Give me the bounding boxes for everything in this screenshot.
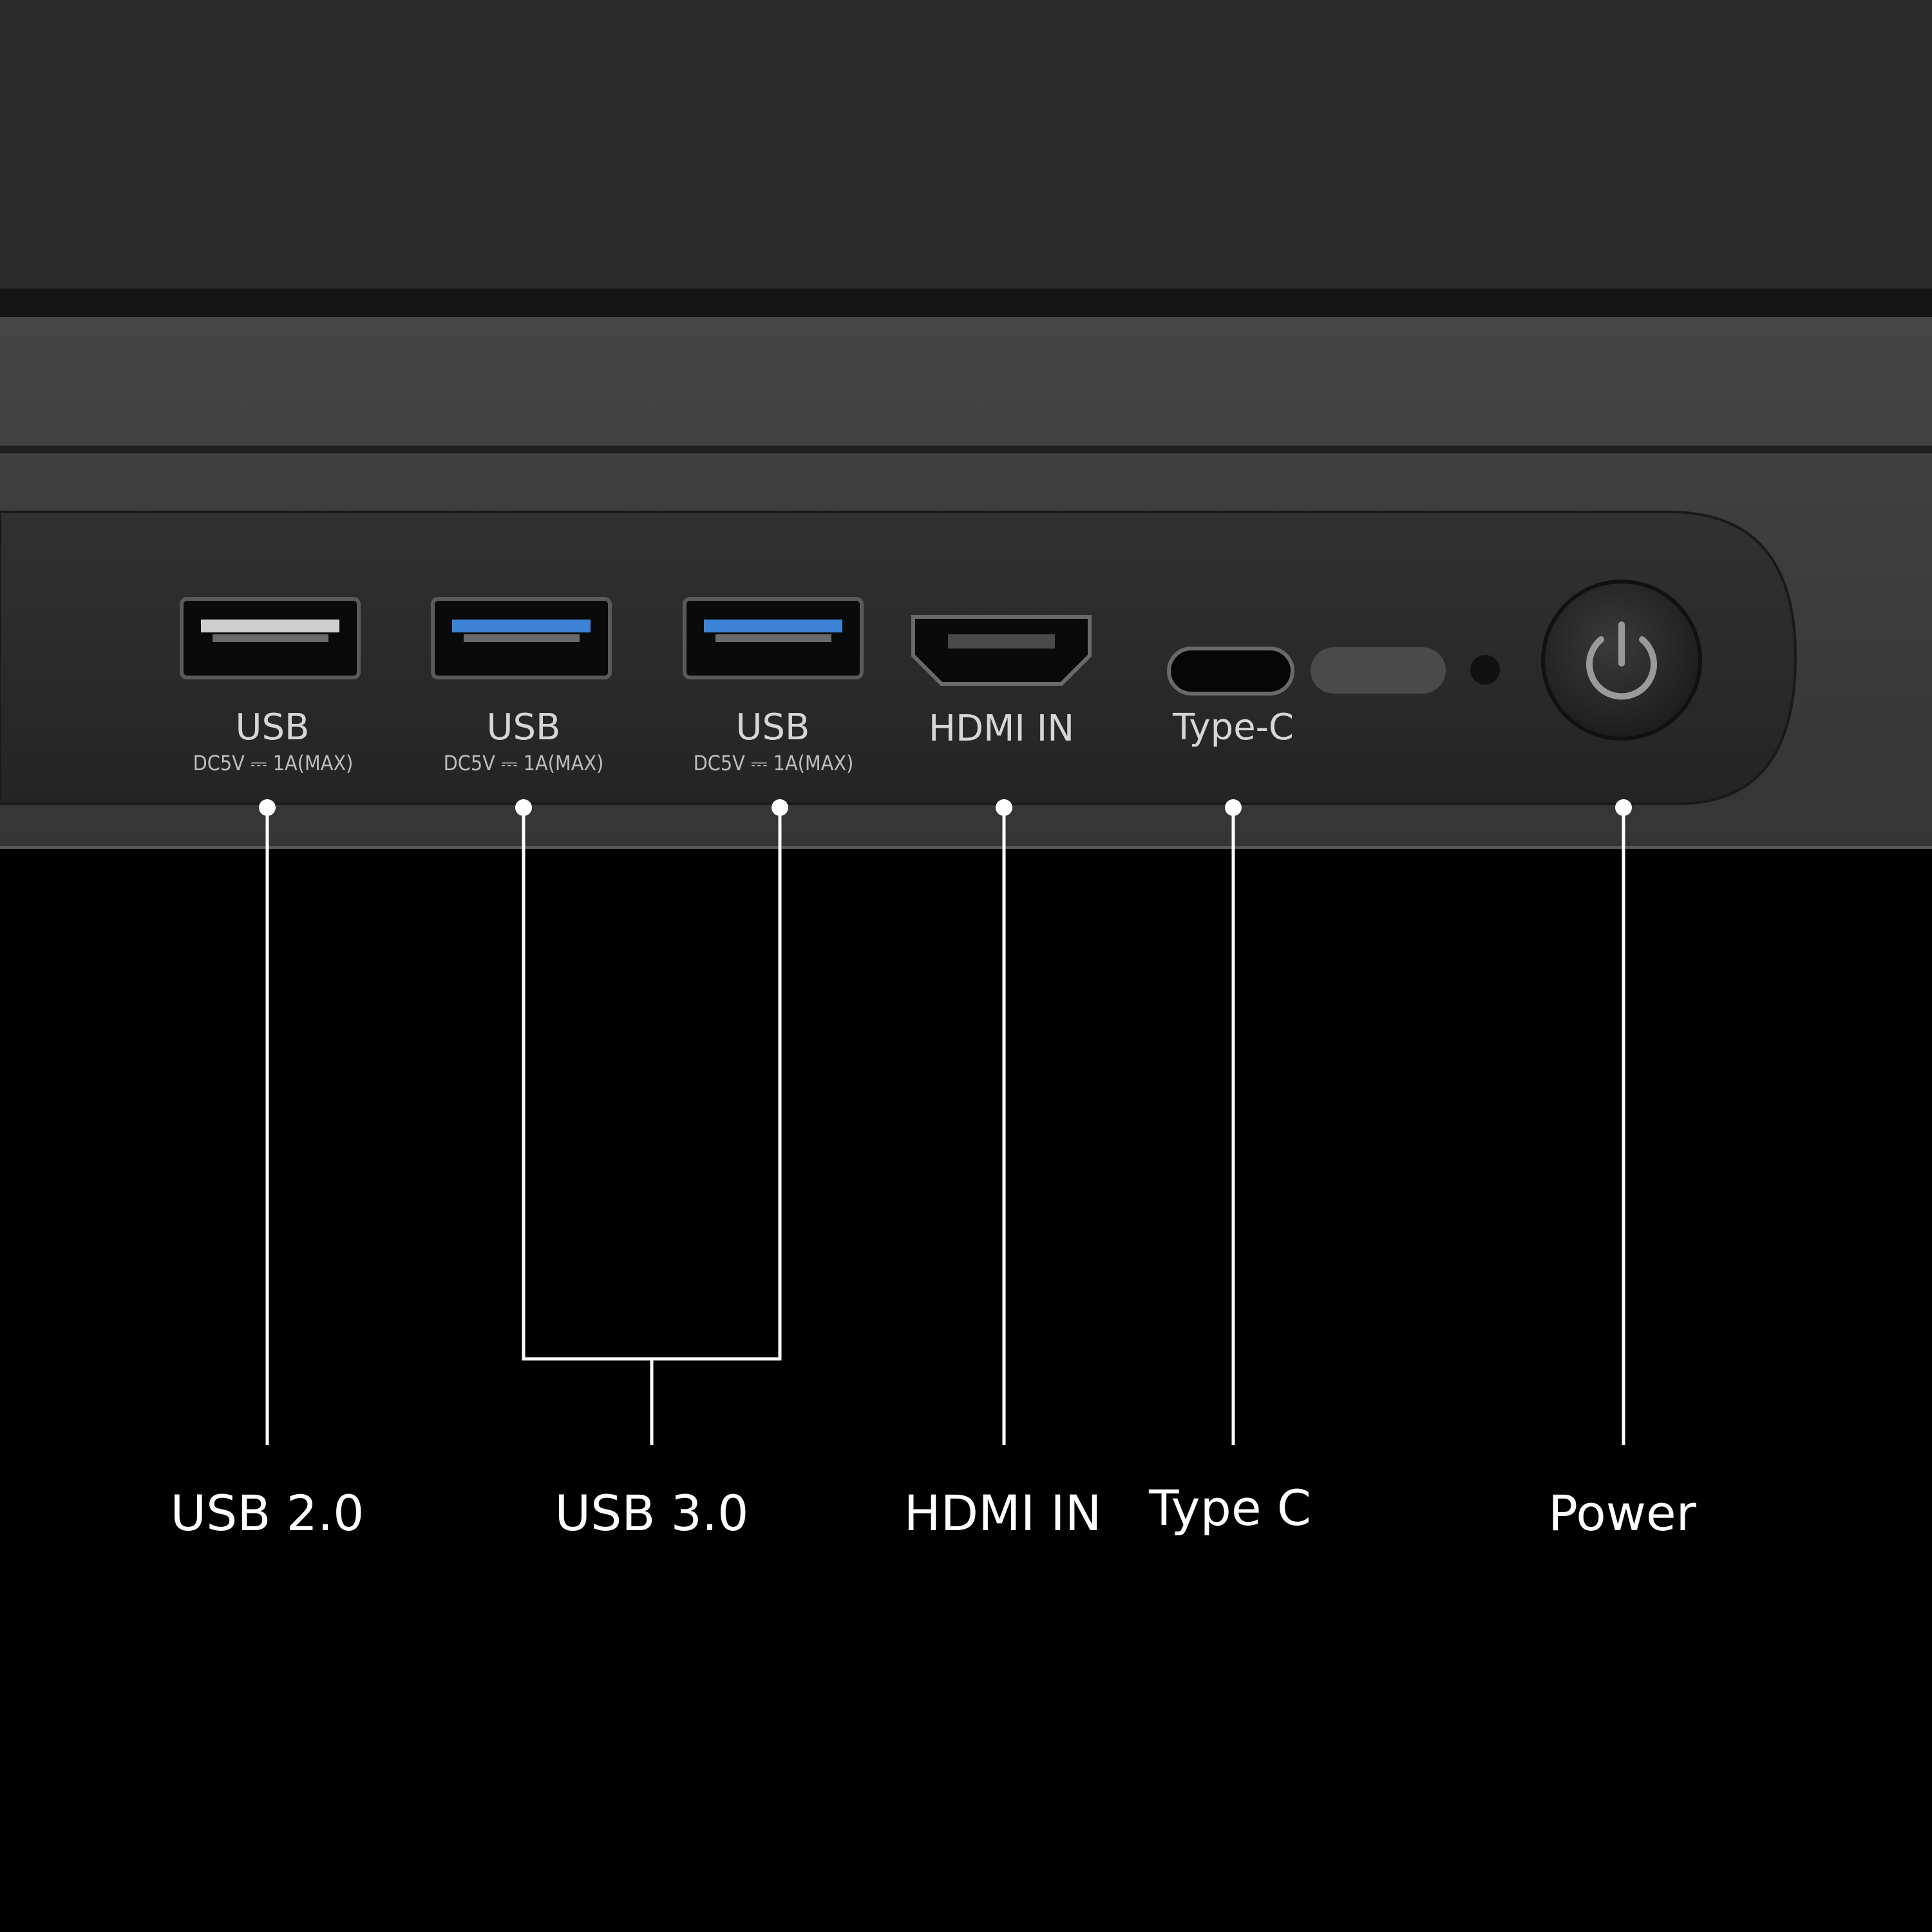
usb-2-contacts <box>213 634 328 642</box>
usb-2-tongue <box>201 620 339 632</box>
indicator-led-icon <box>1470 655 1500 685</box>
frame-groove <box>0 446 1932 453</box>
ports-diagram: USB DC5V ⎓ 1A(MAX) USB DC5V ⎓ 1A(MAX) US… <box>0 0 1932 1542</box>
usb-3-contacts <box>715 634 831 642</box>
port-spec-usb-2: DC5V ⎓ 1A(MAX) <box>444 751 604 775</box>
callout-bracket-usb3 <box>522 808 782 1361</box>
light-sensor-icon <box>1311 647 1446 694</box>
usb-3-port-a[interactable] <box>431 597 612 679</box>
port-label-hdmi: HDMI IN <box>929 708 1074 750</box>
callout-label-hdmi: HDMI IN <box>904 1484 1101 1542</box>
port-spec-usb-3: DC5V ⎓ 1A(MAX) <box>694 751 854 775</box>
display-screen <box>0 0 1932 290</box>
power-button[interactable] <box>1541 580 1702 741</box>
port-label-usb-2: USB <box>487 706 561 748</box>
usb-3-tongue <box>452 620 591 632</box>
usb-3-port-b[interactable] <box>683 597 864 679</box>
hdmi-port-icon <box>911 615 1092 686</box>
port-label-usb-1: USB <box>236 706 310 748</box>
port-label-usb-3: USB <box>736 706 810 748</box>
frame-bottom-edge <box>0 846 1932 849</box>
hdmi-tongue <box>948 634 1055 649</box>
hdmi-port[interactable] <box>911 615 1092 686</box>
usb-3-tongue <box>704 620 842 632</box>
callout-label-usb3: USB 3.0 <box>554 1484 748 1542</box>
port-label-type-c: Type-C <box>1172 706 1294 748</box>
callout-label-usb2: USB 2.0 <box>170 1484 364 1542</box>
usb-3-contacts <box>464 634 580 642</box>
usb-c-port-icon <box>1167 647 1294 696</box>
port-spec-usb-1: DC5V ⎓ 1A(MAX) <box>193 751 354 775</box>
usb-2-port[interactable] <box>180 597 361 679</box>
usb-c-port[interactable] <box>1167 647 1294 696</box>
callout-label-typec: Type C <box>1148 1479 1311 1537</box>
callout-label-power: Power <box>1548 1484 1697 1542</box>
screen-bezel-edge <box>0 289 1932 317</box>
